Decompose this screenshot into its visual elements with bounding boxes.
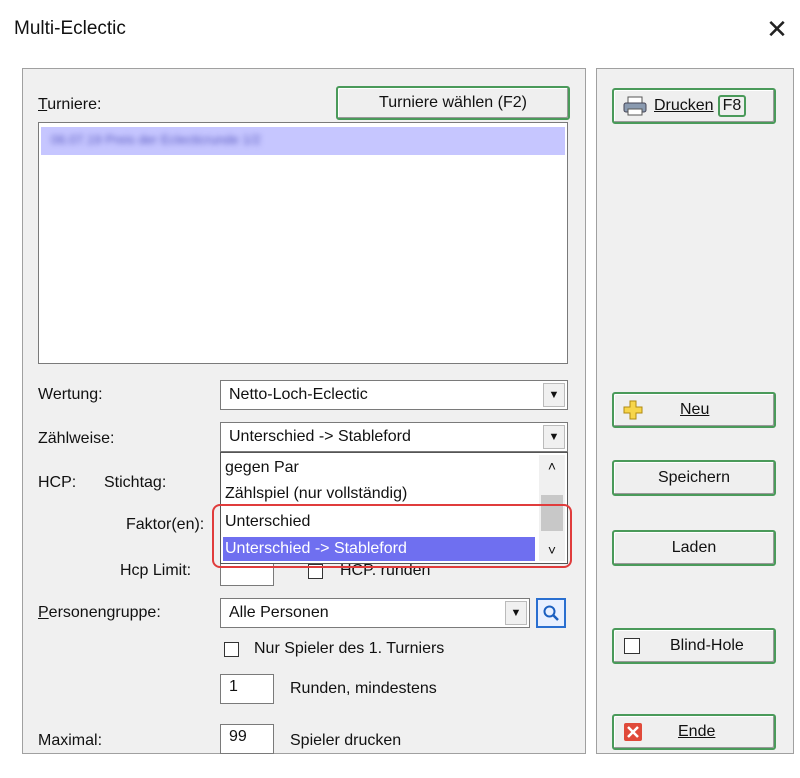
- drucken-key: F8: [717, 95, 747, 117]
- nur-spieler-label: Nur Spieler des 1. Turniers: [254, 640, 445, 657]
- maximal-suffix: Spieler drucken: [290, 732, 402, 749]
- maximal-label: Maximal:: [38, 732, 103, 749]
- drucken-label: Drucken: [654, 97, 714, 114]
- maximal-input[interactable]: 99: [220, 724, 274, 754]
- speichern-button[interactable]: Speichern: [612, 460, 776, 496]
- ende-button[interactable]: Ende: [612, 714, 776, 750]
- ende-label: Ende: [678, 723, 716, 740]
- chevron-down-icon[interactable]: ▼: [505, 601, 527, 625]
- window-title: Multi-Eclectic: [14, 18, 126, 39]
- neu-button[interactable]: Neu: [612, 392, 776, 428]
- drucken-button[interactable]: Drucken F8: [612, 88, 776, 124]
- title-bar: Multi-Eclectic ✕: [0, 0, 800, 64]
- wertung-value: Netto-Loch-Eclectic: [229, 386, 368, 403]
- turniere-waehlen-button[interactable]: Turniere wählen (F2): [336, 86, 570, 120]
- neu-label: Neu: [680, 401, 710, 418]
- blind-hole-button[interactable]: Blind-Hole: [612, 628, 776, 664]
- personengruppe-label: Personengruppe:: [38, 604, 161, 621]
- close-icon[interactable]: ✕: [762, 14, 792, 44]
- zaehlweise-select[interactable]: Unterschied -> Stableford ▼: [220, 422, 568, 452]
- turniere-list-item[interactable]: 06.07.19 Preis der Eclecticrunde 1/2: [41, 127, 565, 155]
- search-icon[interactable]: [536, 598, 566, 628]
- chevron-down-icon[interactable]: ▼: [543, 383, 565, 407]
- laden-label: Laden: [671, 539, 717, 556]
- laden-button[interactable]: Laden: [612, 530, 776, 566]
- plus-icon: [623, 400, 643, 420]
- dropdown-option[interactable]: Zählspiel (nur vollständig): [225, 485, 407, 503]
- zaehlweise-value: Unterschied -> Stableford: [229, 428, 411, 445]
- zaehlweise-label: Zählweise:: [38, 430, 115, 447]
- turniere-list[interactable]: 06.07.19 Preis der Eclecticrunde 1/2: [38, 122, 568, 364]
- wertung-label: Wertung:: [38, 386, 103, 403]
- blind-hole-checkbox[interactable]: [624, 638, 640, 654]
- hcp-label: HCP:: [38, 474, 77, 491]
- runden-input[interactable]: 1: [220, 674, 274, 704]
- blind-hole-label: Blind-Hole: [670, 637, 744, 654]
- annotation-highlight: [212, 504, 572, 568]
- runden-label: Runden, mindestens: [290, 680, 437, 697]
- turniere-waehlen-label: Turniere wählen (F2): [379, 94, 527, 111]
- stichtag-label: Stichtag:: [104, 474, 167, 491]
- personengruppe-value: Alle Personen: [229, 604, 329, 621]
- scroll-up-icon[interactable]: ˄: [539, 455, 565, 477]
- printer-icon: [623, 96, 647, 116]
- turniere-item-label: 06.07.19 Preis der Eclecticrunde 1/2: [51, 132, 261, 147]
- personengruppe-select[interactable]: Alle Personen ▼: [220, 598, 530, 628]
- hcp-limit-label: Hcp Limit:: [120, 562, 192, 579]
- close-icon: [624, 723, 642, 741]
- nur-spieler-checkbox[interactable]: [224, 642, 239, 657]
- faktor-label: Faktor(en):: [126, 516, 205, 533]
- dropdown-option[interactable]: gegen Par: [225, 459, 299, 477]
- wertung-select[interactable]: Netto-Loch-Eclectic ▼: [220, 380, 568, 410]
- speichern-label: Speichern: [657, 469, 731, 486]
- chevron-down-icon[interactable]: ▼: [543, 425, 565, 449]
- turniere-label: Turniere:: [38, 96, 102, 113]
